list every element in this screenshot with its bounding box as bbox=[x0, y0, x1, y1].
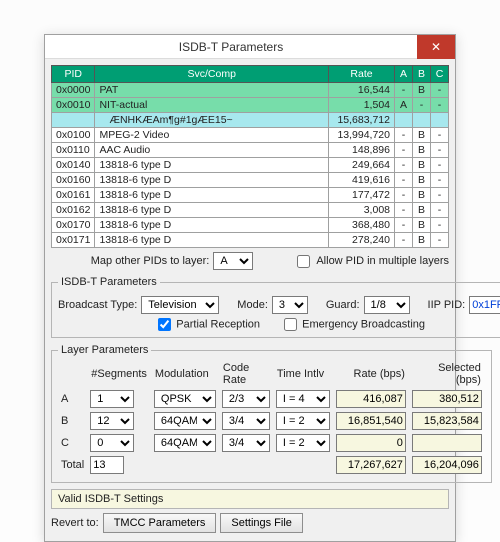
revert-label: Revert to: bbox=[51, 517, 99, 529]
table-row[interactable]: 0x0110AAC Audio148,896-B- bbox=[52, 143, 449, 158]
layer-mod-select[interactable]: QPSK bbox=[154, 390, 216, 408]
mode-label: Mode: bbox=[237, 299, 268, 311]
status-text: Valid ISDB-T Settings bbox=[51, 489, 449, 509]
map-layer-select[interactable]: A bbox=[213, 252, 253, 270]
col-coderate: Code Rate bbox=[219, 360, 273, 388]
isdbt-window: ISDB-T Parameters ✕ PIDSvc/CompRateABC 0… bbox=[44, 34, 456, 542]
layer-seg-select[interactable]: 12 bbox=[90, 412, 134, 430]
emergency-label: Emergency Broadcasting bbox=[302, 318, 425, 330]
layer-row: A1QPSK2/3I = 4 bbox=[58, 388, 485, 410]
layer-legend: Layer Parameters bbox=[58, 344, 151, 356]
layer-time-select[interactable]: I = 2 bbox=[276, 434, 330, 452]
layer-code-select[interactable]: 3/4 bbox=[222, 412, 270, 430]
layer-fieldset: Layer Parameters #Segments Modulation Co… bbox=[51, 344, 492, 483]
mode-select[interactable]: 3 bbox=[272, 296, 308, 314]
emergency-checkbox[interactable] bbox=[284, 318, 297, 331]
layer-row: C064QAM3/4I = 2 bbox=[58, 432, 485, 454]
allow-multi-checkbox[interactable] bbox=[297, 255, 310, 268]
pid-table-header[interactable]: B bbox=[413, 66, 431, 83]
col-timeintlv: Time Intlv bbox=[273, 360, 333, 388]
pid-table-header[interactable]: Rate bbox=[329, 66, 395, 83]
tmcc-parameters-button[interactable]: TMCC Parameters bbox=[103, 513, 217, 533]
layer-mod-select[interactable]: 64QAM bbox=[154, 412, 216, 430]
pid-table-header[interactable]: C bbox=[431, 66, 449, 83]
col-rate: Rate (bps) bbox=[333, 360, 409, 388]
settings-file-button[interactable]: Settings File bbox=[220, 513, 303, 533]
layer-seg-select[interactable]: 0 bbox=[90, 434, 134, 452]
allow-multi-label: Allow PID in multiple layers bbox=[316, 255, 449, 267]
pid-table-header[interactable]: Svc/Comp bbox=[95, 66, 329, 83]
total-rate bbox=[336, 456, 406, 474]
broadcast-type-label: Broadcast Type: bbox=[58, 299, 137, 311]
total-segments bbox=[90, 456, 124, 474]
pid-table-header[interactable]: A bbox=[395, 66, 413, 83]
layer-code-select[interactable]: 2/3 bbox=[222, 390, 270, 408]
layer-time-select[interactable]: I = 4 bbox=[276, 390, 330, 408]
total-label: Total bbox=[58, 454, 87, 476]
layer-code-select[interactable]: 3/4 bbox=[222, 434, 270, 452]
col-modulation: Modulation bbox=[151, 360, 219, 388]
layer-sel-value bbox=[412, 412, 482, 430]
pid-table[interactable]: PIDSvc/CompRateABC 0x0000PAT16,544-B-0x0… bbox=[51, 65, 449, 248]
table-row[interactable]: 0x014013818-6 type D249,664-B- bbox=[52, 158, 449, 173]
layer-rate-value bbox=[336, 390, 406, 408]
table-row[interactable]: ÆNHKÆAm¶g#1gÆE15~15,683,712 bbox=[52, 113, 449, 128]
layer-seg-select[interactable]: 1 bbox=[90, 390, 134, 408]
iip-pid-label: IIP PID: bbox=[428, 299, 466, 311]
guard-select[interactable]: 1/8 bbox=[364, 296, 410, 314]
table-row[interactable]: 0x0100MPEG-2 Video13,994,720-B- bbox=[52, 128, 449, 143]
partial-reception-checkbox[interactable] bbox=[158, 318, 171, 331]
layer-row: B1264QAM3/4I = 2 bbox=[58, 410, 485, 432]
layer-sel-value bbox=[412, 434, 482, 452]
layer-mod-select[interactable]: 64QAM bbox=[154, 434, 216, 452]
table-row[interactable]: 0x016013818-6 type D419,616-B- bbox=[52, 173, 449, 188]
window-title: ISDB-T Parameters bbox=[45, 40, 417, 54]
col-segments: #Segments bbox=[87, 360, 151, 388]
iip-pid-input[interactable] bbox=[469, 296, 500, 314]
table-row[interactable]: 0x0010NIT-actual1,504A-- bbox=[52, 98, 449, 113]
isdbt-legend: ISDB-T Parameters bbox=[58, 276, 160, 288]
col-selected: Selected (bps) bbox=[409, 360, 485, 388]
table-row[interactable]: 0x016213818-6 type D3,008-B- bbox=[52, 203, 449, 218]
total-selected bbox=[412, 456, 482, 474]
broadcast-type-select[interactable]: Television bbox=[141, 296, 219, 314]
table-row[interactable]: 0x016113818-6 type D177,472-B- bbox=[52, 188, 449, 203]
close-icon[interactable]: ✕ bbox=[417, 35, 455, 59]
layer-rate-value bbox=[336, 434, 406, 452]
map-pids-label: Map other PIDs to layer: bbox=[91, 255, 210, 267]
guard-label: Guard: bbox=[326, 299, 360, 311]
titlebar: ISDB-T Parameters ✕ bbox=[45, 35, 455, 59]
table-row[interactable]: 0x0000PAT16,544-B- bbox=[52, 83, 449, 98]
layer-rate-value bbox=[336, 412, 406, 430]
pid-table-header[interactable]: PID bbox=[52, 66, 95, 83]
layer-sel-value bbox=[412, 390, 482, 408]
isdbt-fieldset: ISDB-T Parameters Broadcast Type: Televi… bbox=[51, 276, 500, 338]
table-row[interactable]: 0x017013818-6 type D368,480-B- bbox=[52, 218, 449, 233]
table-row[interactable]: 0x017113818-6 type D278,240-B- bbox=[52, 233, 449, 248]
layer-time-select[interactable]: I = 2 bbox=[276, 412, 330, 430]
partial-reception-label: Partial Reception bbox=[176, 318, 260, 330]
